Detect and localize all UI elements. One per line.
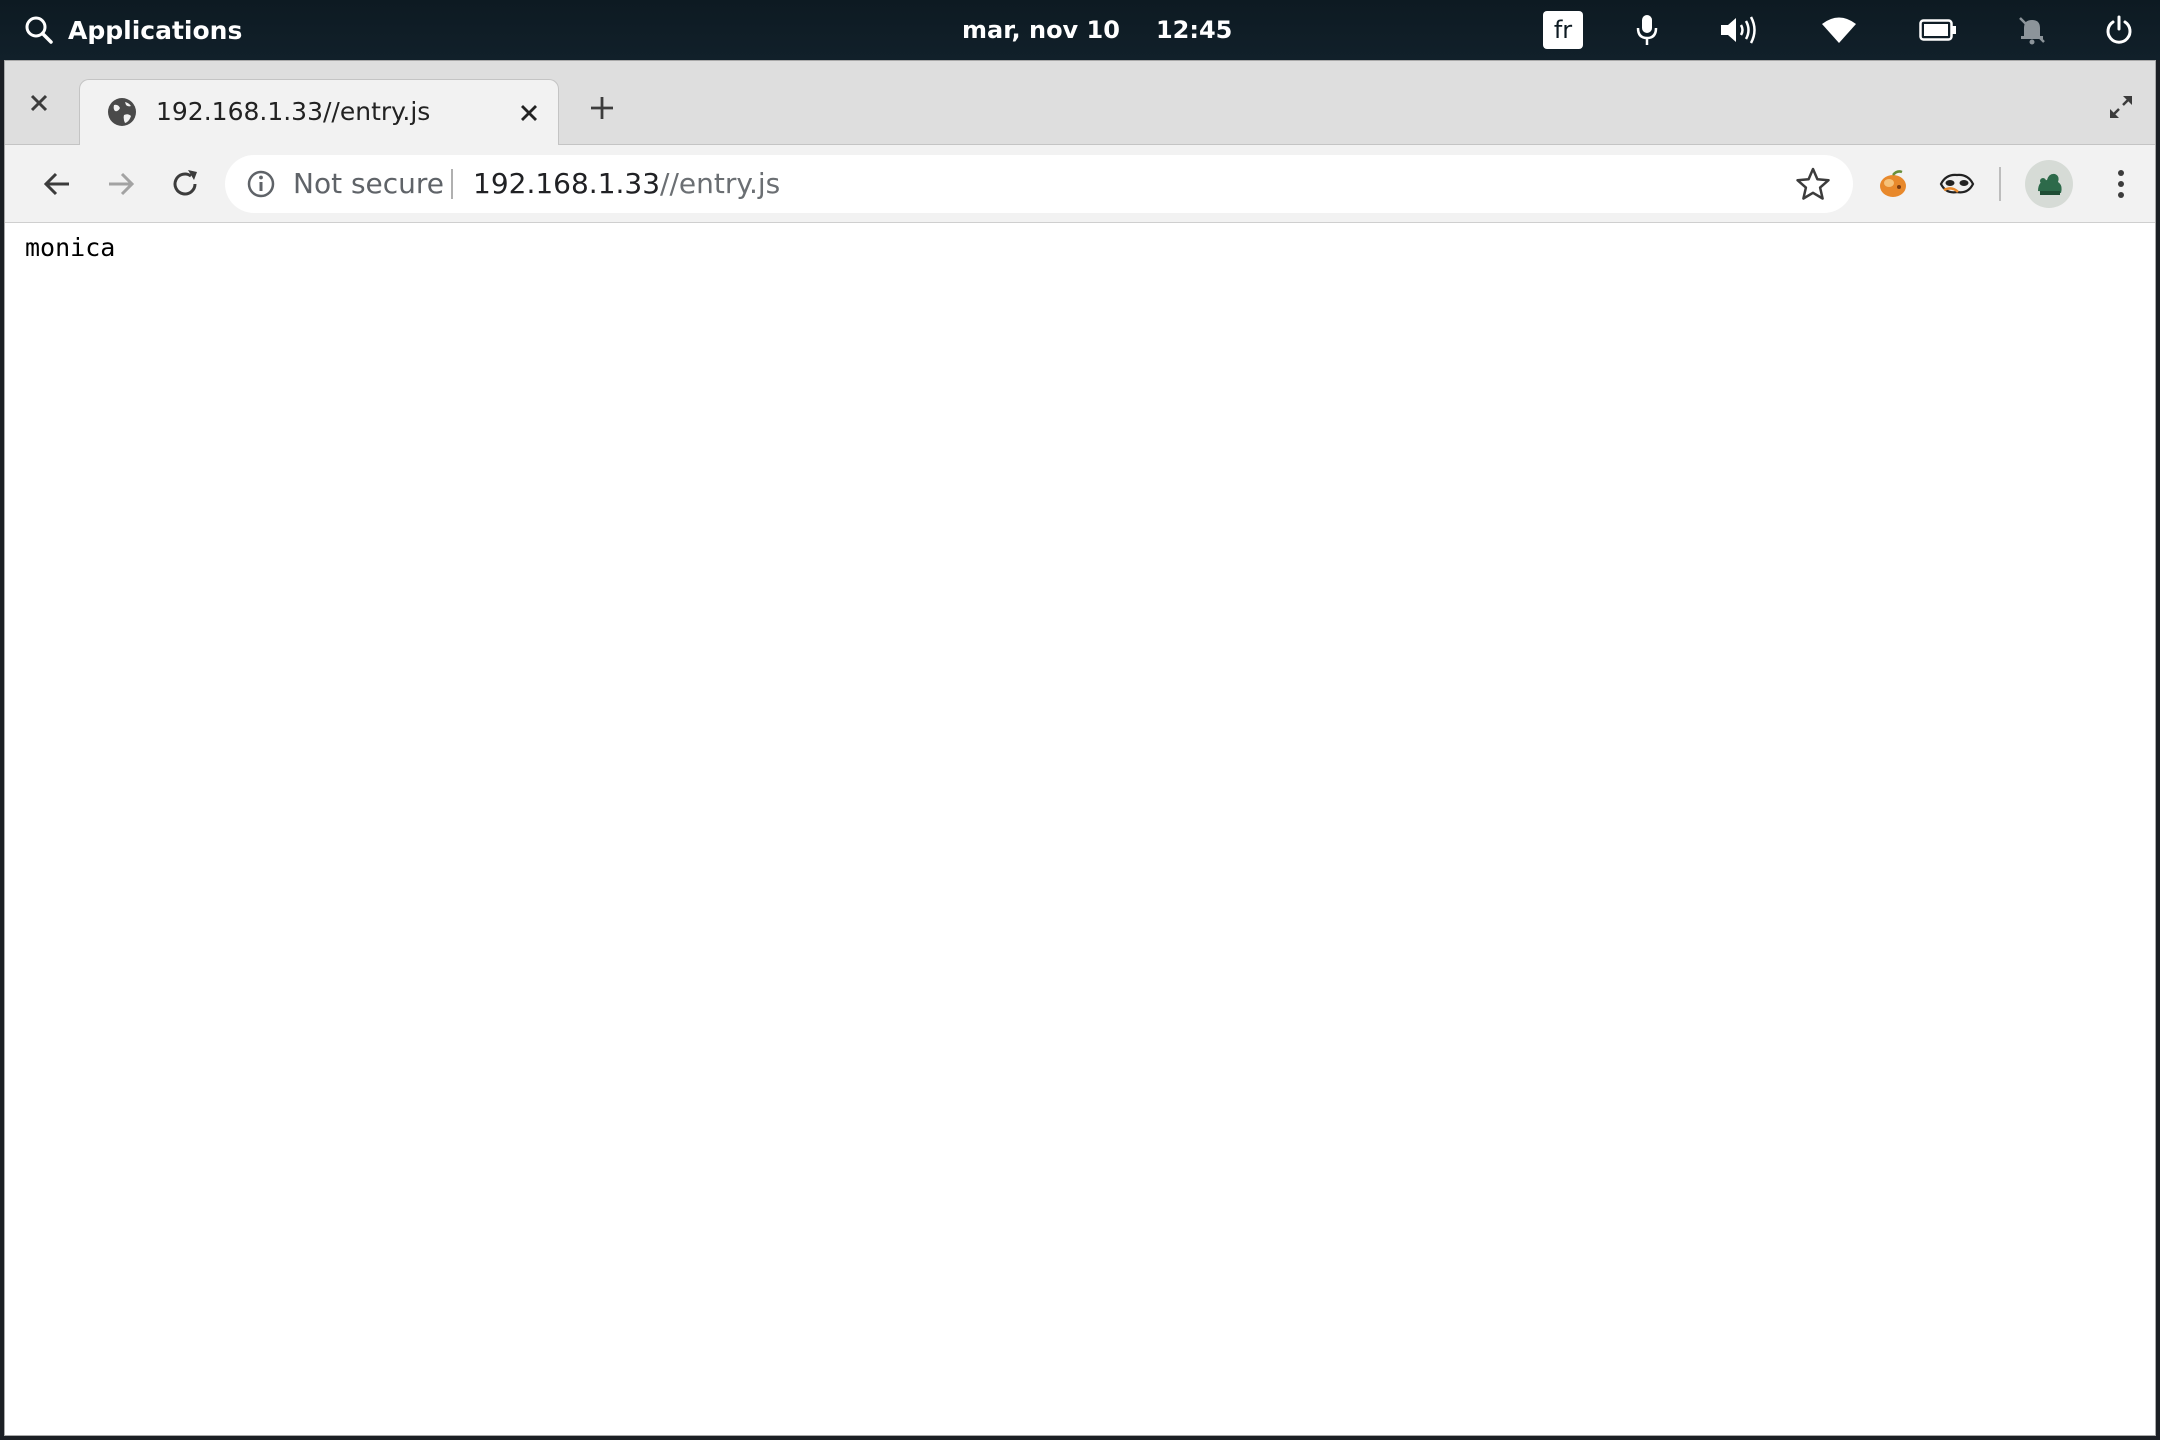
notifications-indicator[interactable] xyxy=(1986,0,2078,60)
clock-menu[interactable]: mar, nov 10 12:45 xyxy=(962,0,1232,60)
wifi-icon xyxy=(1822,17,1856,43)
applications-menu[interactable]: Applications xyxy=(24,0,242,60)
search-icon xyxy=(25,16,53,44)
arrow-right-icon xyxy=(109,172,135,196)
clock-date: mar, nov 10 xyxy=(962,16,1120,44)
microphone-icon xyxy=(1636,15,1658,45)
browser-menu-button[interactable] xyxy=(2101,160,2141,208)
extension-mask-icon xyxy=(1939,173,1975,194)
profile-avatar-icon xyxy=(2038,173,2062,195)
microphone-indicator[interactable] xyxy=(1604,0,1690,60)
security-status-label[interactable]: Not secure xyxy=(293,155,444,213)
url-host: 192.168.1.33 xyxy=(473,167,661,200)
close-icon xyxy=(30,94,48,112)
power-menu[interactable] xyxy=(2078,0,2160,60)
extension-button-2[interactable] xyxy=(1933,160,1981,208)
back-button[interactable] xyxy=(33,160,81,208)
omnibox-divider xyxy=(451,169,453,199)
plus-icon xyxy=(591,97,613,119)
address-bar[interactable]: Not secure 192.168.1.33//entry.js xyxy=(225,155,1853,213)
browser-window: 192.168.1.33//entry.js Not secure 192.16… xyxy=(4,60,2156,1436)
battery-indicator[interactable] xyxy=(1890,0,1986,60)
maximize-icon xyxy=(2110,96,2132,118)
close-window-button[interactable] xyxy=(21,85,57,121)
url-text[interactable]: 192.168.1.33//entry.js xyxy=(473,155,780,213)
tab-active[interactable]: 192.168.1.33//entry.js xyxy=(79,79,559,146)
volume-icon xyxy=(1721,16,1756,44)
page-text: monica xyxy=(25,233,116,262)
star-icon[interactable] xyxy=(1795,166,1831,202)
info-icon[interactable] xyxy=(245,168,277,200)
globe-icon xyxy=(108,98,136,126)
system-status-area[interactable]: fr xyxy=(1522,0,2160,60)
clock-time: 12:45 xyxy=(1155,16,1233,44)
reload-icon xyxy=(173,170,197,196)
new-tab-button[interactable] xyxy=(581,87,623,129)
notifications-muted-icon xyxy=(2019,17,2045,45)
profile-avatar-button[interactable] xyxy=(2025,160,2073,208)
applications-label: Applications xyxy=(68,15,243,45)
arrow-left-icon xyxy=(43,172,69,196)
tab-title: 192.168.1.33//entry.js xyxy=(156,97,431,126)
tab-strip: 192.168.1.33//entry.js xyxy=(5,61,2155,146)
toolbar-separator xyxy=(1999,167,2001,201)
battery-icon xyxy=(1919,19,1956,41)
reload-button[interactable] xyxy=(161,160,209,208)
more-vertical-icon xyxy=(2118,170,2124,198)
close-icon xyxy=(521,105,537,121)
page-content: monica xyxy=(5,223,2155,1435)
tab-close-button[interactable] xyxy=(510,94,548,132)
power-icon xyxy=(2106,15,2132,44)
maximize-window-button[interactable] xyxy=(2101,87,2141,127)
extension-orange-icon xyxy=(1880,170,1906,197)
url-path: //entry.js xyxy=(660,167,781,200)
keyboard-layout-badge: fr xyxy=(1543,11,1583,49)
volume-indicator[interactable] xyxy=(1690,0,1788,60)
system-top-bar: Applications mar, nov 10 12:45 fr xyxy=(0,0,2160,60)
browser-toolbar: Not secure 192.168.1.33//entry.js xyxy=(5,145,2155,223)
extension-button-1[interactable] xyxy=(1869,160,1917,208)
forward-button[interactable] xyxy=(97,160,145,208)
wifi-indicator[interactable] xyxy=(1788,0,1890,60)
keyboard-layout-indicator[interactable]: fr xyxy=(1522,0,1604,60)
